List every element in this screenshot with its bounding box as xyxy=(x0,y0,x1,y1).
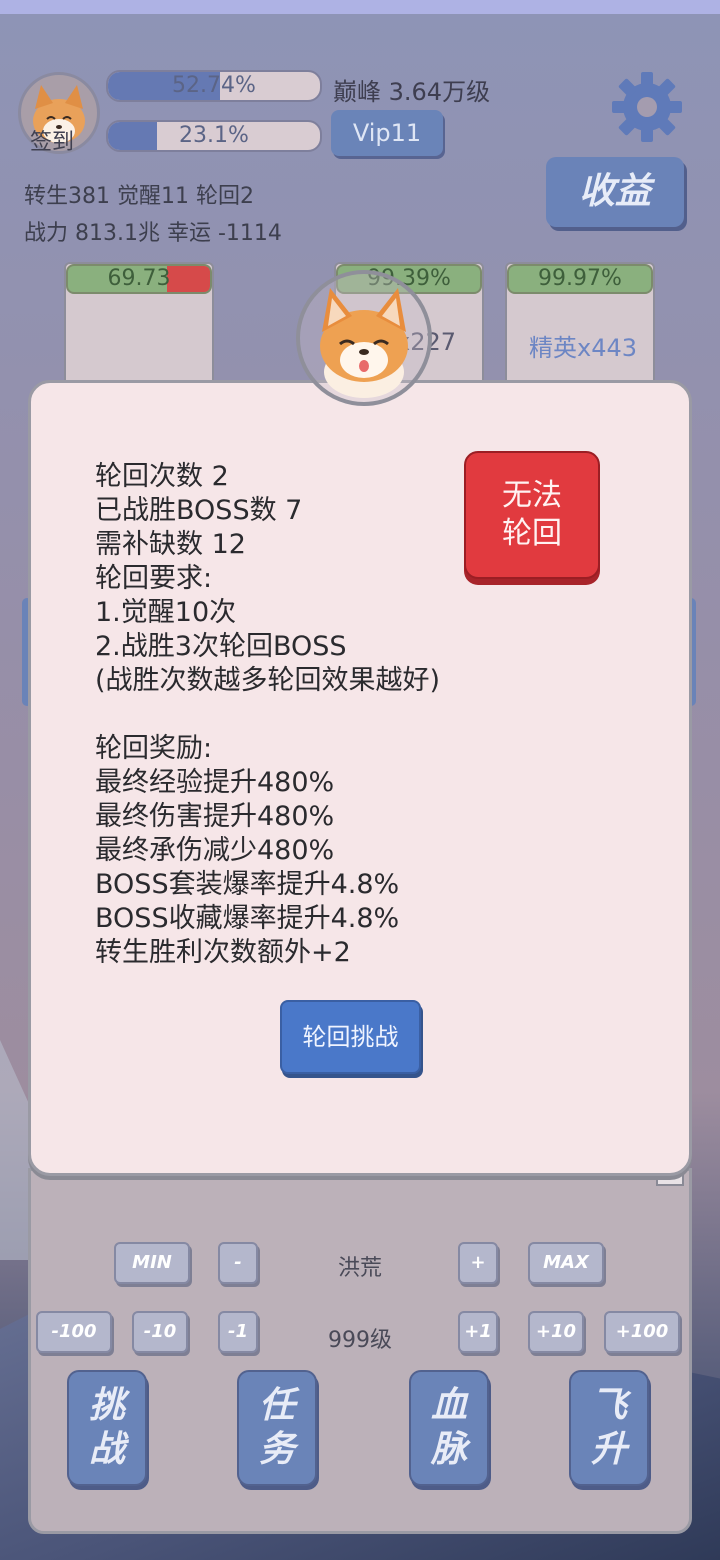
ascend-action-button[interactable]: 飞 升 xyxy=(569,1370,649,1486)
modal-line: 轮回要求: xyxy=(95,563,213,594)
modal-line: (战胜次数越多轮回效果越好) xyxy=(95,665,441,696)
boss-card-3-hp: 99.97% xyxy=(507,264,653,294)
ascend-action-top: 飞 xyxy=(590,1385,627,1426)
modal-line: BOSS收藏爆率提升4.8% xyxy=(95,903,400,934)
second-progress-text: 23.1% xyxy=(179,123,249,148)
min-button[interactable]: MIN xyxy=(114,1242,190,1284)
boss-card-1-hp-loss xyxy=(167,266,210,292)
modal-line: BOSS套装爆率提升4.8% xyxy=(95,869,400,900)
modal-line: 轮回次数 2 xyxy=(95,461,229,492)
challenge-action-top: 挑 xyxy=(88,1385,125,1426)
exp-progress-text: 52.74% xyxy=(172,73,256,98)
signin-label: 签到 xyxy=(30,130,75,155)
cannot-reincarnate-button[interactable]: 无法 轮回 xyxy=(464,451,600,579)
boss-card-3-hp-text: 99.97% xyxy=(538,266,622,291)
vip-button[interactable]: Vip11 xyxy=(331,110,443,156)
exp-progress-bar: 52.74% xyxy=(106,70,322,102)
cannot-label-line1: 无法 xyxy=(502,478,562,513)
income-button[interactable]: 收益 xyxy=(546,157,684,227)
mascot-frame xyxy=(296,270,432,406)
gear-icon xyxy=(612,72,682,142)
second-progress-bar: 23.1% xyxy=(106,120,322,152)
minus-100-button[interactable]: -100 xyxy=(36,1311,112,1353)
minus-button[interactable]: - xyxy=(218,1242,258,1284)
corgi-mascot-icon xyxy=(320,288,408,398)
modal-line: 最终承伤减少480% xyxy=(95,835,335,866)
max-button[interactable]: MAX xyxy=(528,1242,604,1284)
peak-level-text: 巅峰 3.64万级 xyxy=(333,78,491,106)
minus-10-button[interactable]: -10 xyxy=(132,1311,188,1353)
modal-line: 1.觉醒10次 xyxy=(95,597,237,628)
reincarnation-info-text: 轮回次数 2 已战胜BOSS数 7 需补缺数 12 轮回要求: 1.觉醒10次 2.战胜3… xyxy=(95,460,440,970)
bloodline-action-top: 血 xyxy=(430,1385,467,1426)
power-luck-stats: 战力 813.1兆 幸运 -1114 xyxy=(24,221,282,246)
task-action-top: 任 xyxy=(258,1385,295,1426)
task-action-button[interactable]: 任 务 xyxy=(237,1370,317,1486)
plus-100-button[interactable]: +100 xyxy=(604,1311,680,1353)
plus-1-button[interactable]: +1 xyxy=(458,1311,498,1353)
modal-line: 最终经验提升480% xyxy=(95,767,335,798)
modal-line: 转生胜利次数额外+2 xyxy=(95,937,351,968)
difficulty-label: 洪荒 xyxy=(337,1256,382,1281)
plus-10-button[interactable]: +10 xyxy=(528,1311,584,1353)
challenge-action-button[interactable]: 挑 战 xyxy=(67,1370,147,1486)
settings-button[interactable] xyxy=(608,68,686,146)
boss-card-3-label: 精英x443 xyxy=(529,334,638,362)
cannot-label-line2: 轮回 xyxy=(502,516,562,551)
modal-line xyxy=(95,698,440,732)
modal-line: 轮回奖励: xyxy=(95,733,213,764)
challenge-action-bottom: 战 xyxy=(88,1429,125,1470)
modal-line: 需补缺数 12 xyxy=(95,529,246,560)
rebirth-stats: 转生381 觉醒11 轮回2 xyxy=(24,184,254,209)
modal-line: 已战胜BOSS数 7 xyxy=(95,495,303,526)
boss-card-1-hp-text: 69.73 xyxy=(107,266,171,291)
reincarnation-challenge-button[interactable]: 轮回挑战 xyxy=(280,1000,421,1074)
boss-card-1-hp: 69.73 xyxy=(66,264,212,294)
minus-1-button[interactable]: -1 xyxy=(218,1311,258,1353)
top-strip xyxy=(0,0,720,14)
plus-button[interactable]: + xyxy=(458,1242,498,1284)
ascend-action-bottom: 升 xyxy=(590,1429,627,1470)
task-action-bottom: 务 xyxy=(258,1429,295,1470)
level-label: 999级 xyxy=(328,1328,392,1353)
modal-line: 最终伤害提升480% xyxy=(95,801,335,832)
bloodline-action-button[interactable]: 血 脉 xyxy=(409,1370,489,1486)
bloodline-action-bottom: 脉 xyxy=(430,1429,467,1470)
modal-line: 2.战胜3次轮回BOSS xyxy=(95,631,347,662)
